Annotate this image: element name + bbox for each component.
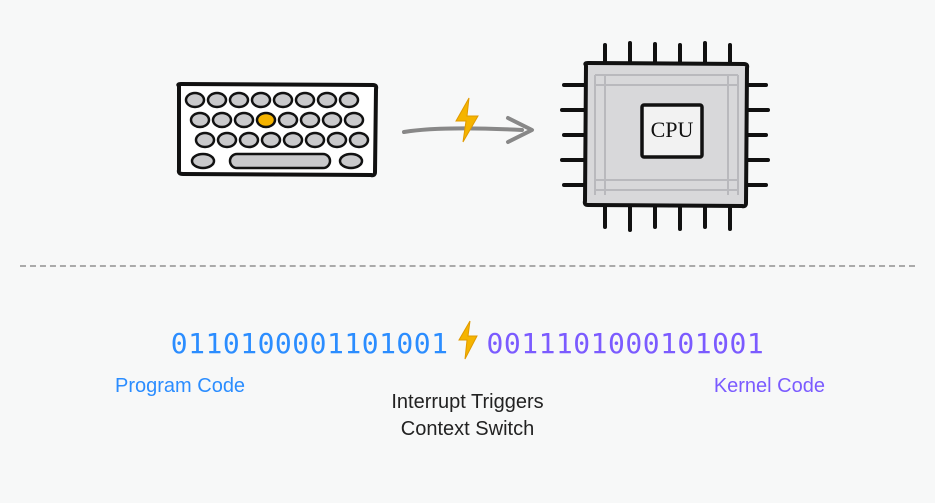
lightning-bolt-icon bbox=[453, 97, 481, 143]
interrupt-label-line2: Context Switch bbox=[338, 416, 598, 443]
cpu-icon: CPU bbox=[550, 35, 770, 240]
interrupt-label: Interrupt Triggers Context Switch bbox=[338, 375, 598, 443]
section-divider bbox=[20, 265, 915, 267]
hardware-diagram: CPU bbox=[0, 0, 935, 260]
keyboard-icon bbox=[175, 80, 380, 180]
lightning-bolt-icon bbox=[457, 320, 479, 367]
code-context-diagram: 0110100001101001 0011101000101001 Progra… bbox=[0, 320, 935, 443]
program-code-label: Program Code bbox=[115, 375, 245, 398]
kernel-code-label: Kernel Code bbox=[714, 375, 825, 398]
kernel-binary: 0011101000101001 bbox=[487, 327, 765, 360]
program-binary: 0110100001101001 bbox=[171, 327, 449, 360]
cpu-label: CPU bbox=[651, 117, 694, 142]
interrupt-label-line1: Interrupt Triggers bbox=[338, 389, 598, 416]
